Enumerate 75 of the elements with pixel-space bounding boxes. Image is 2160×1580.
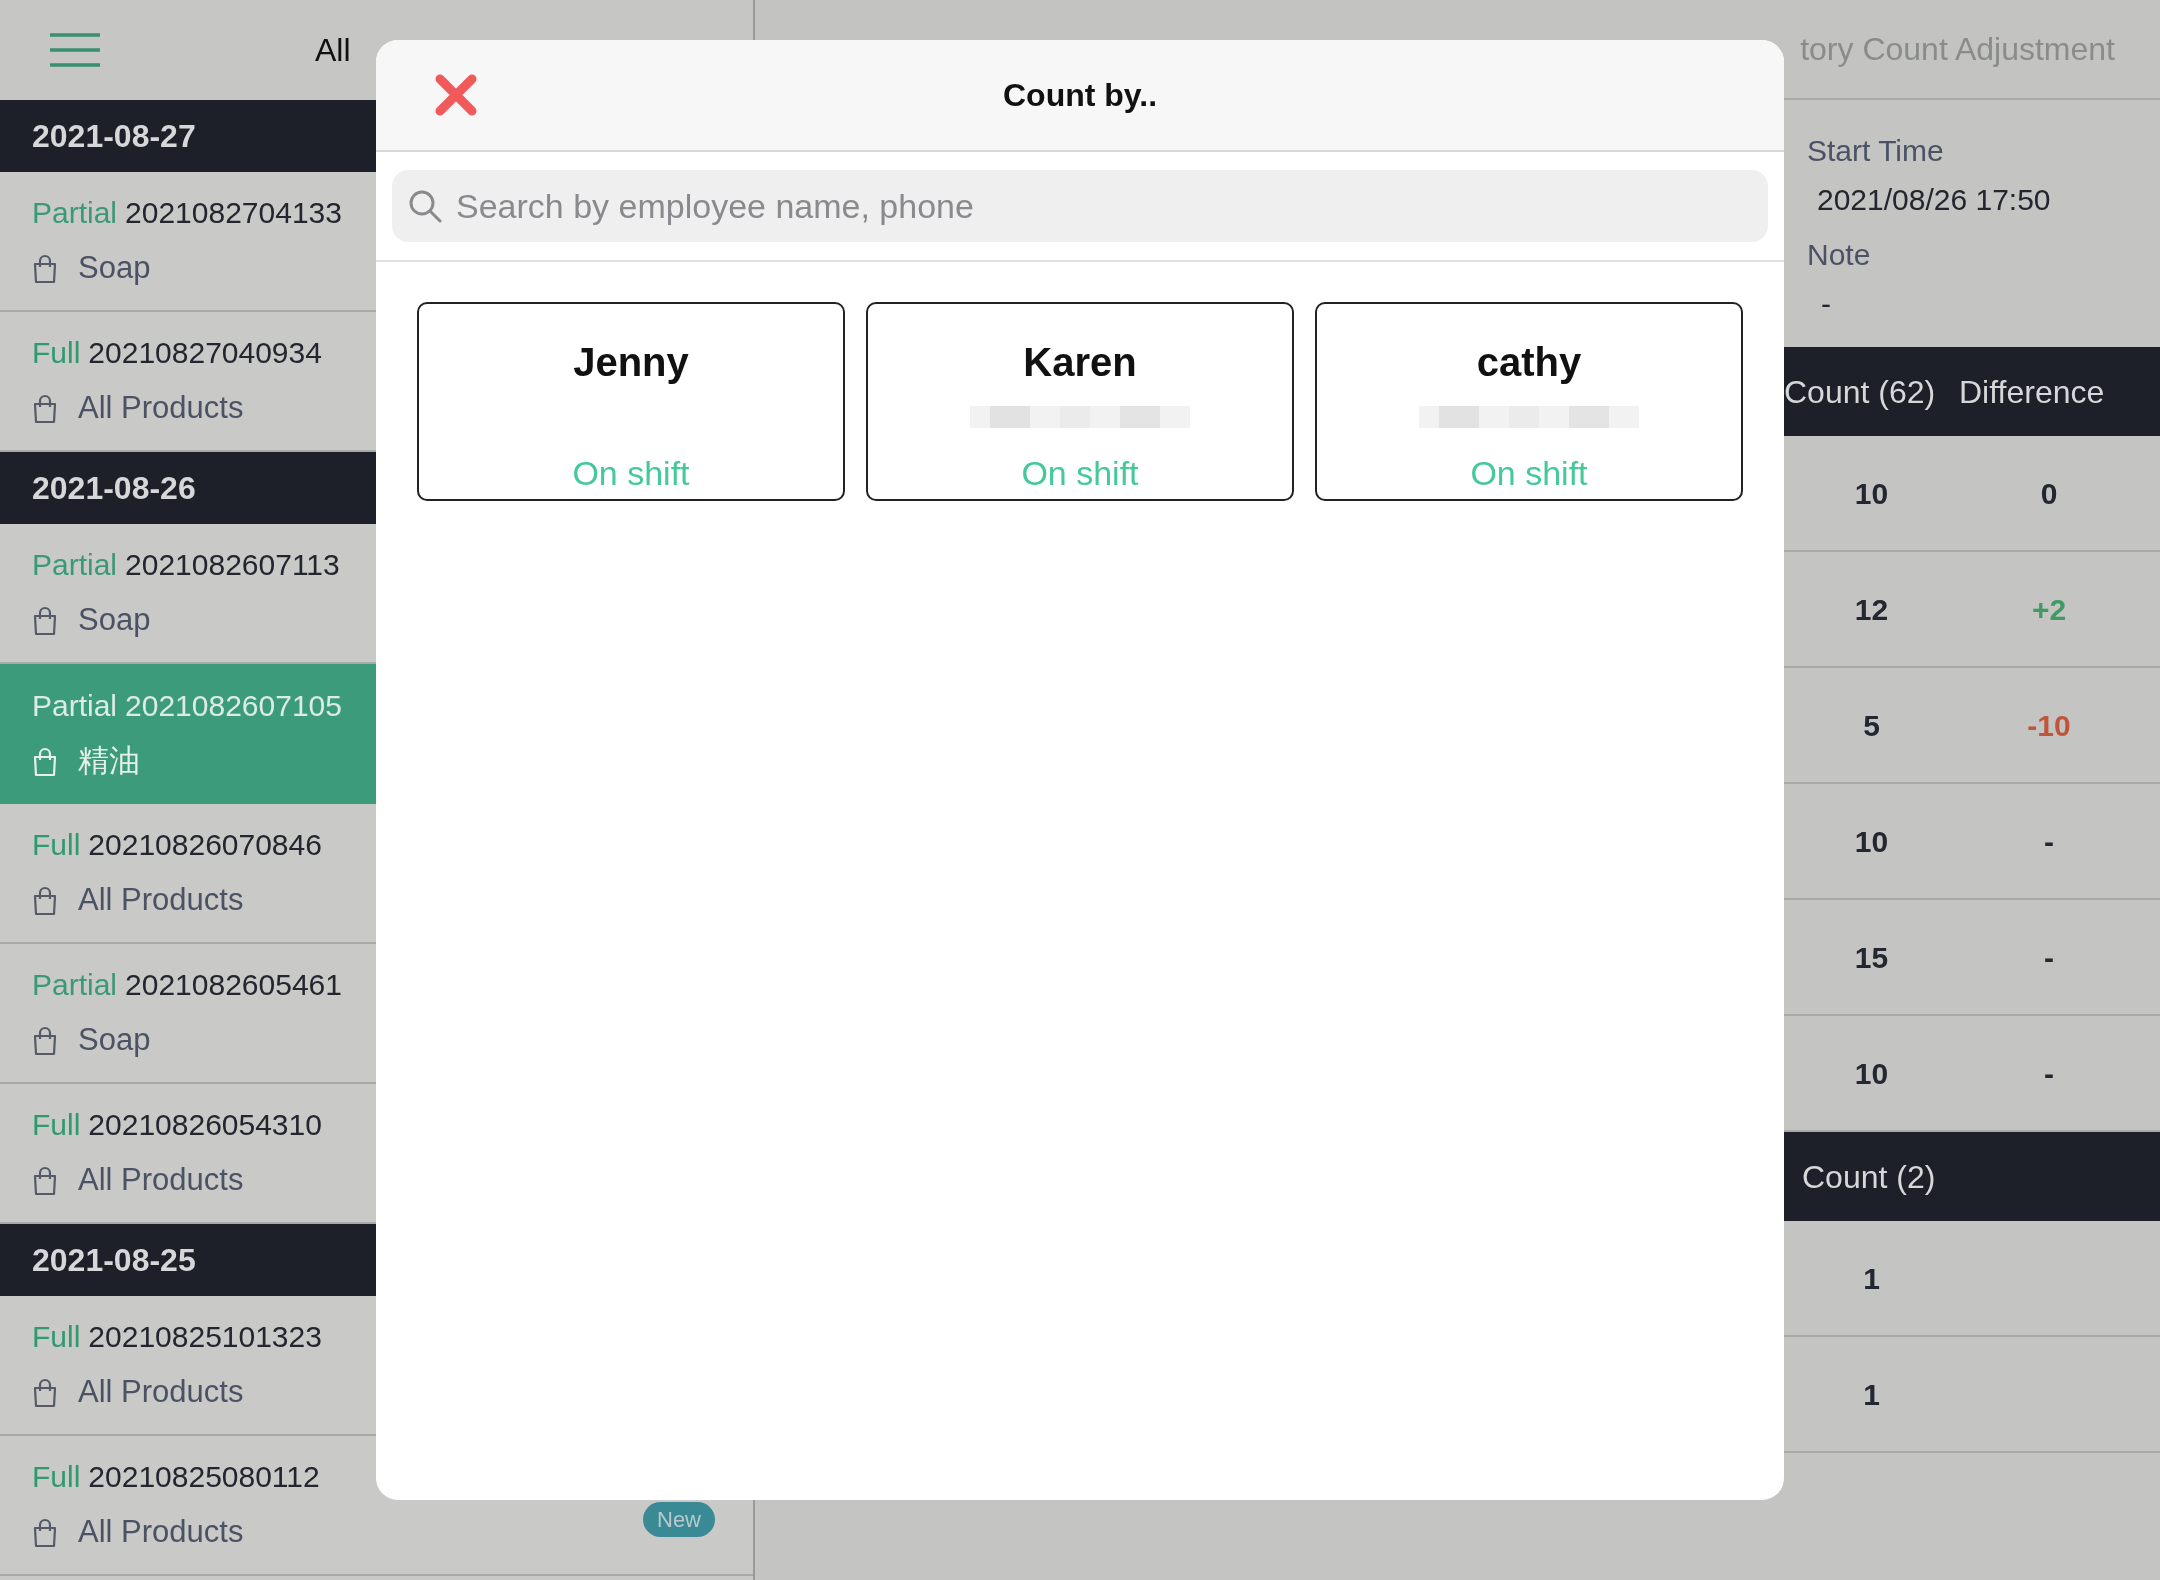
count-type-label: Partial	[32, 547, 118, 584]
employee-card[interactable]: cathy On shift	[1315, 302, 1743, 501]
category-label: All Products	[78, 1161, 244, 1200]
search-icon	[408, 189, 442, 223]
note-label: Note	[1807, 237, 1872, 273]
shopping-bag-icon	[32, 885, 58, 916]
shopping-bag-icon	[32, 253, 58, 284]
column-header: Count (2)	[1801, 1157, 1936, 1197]
count-type-label: Partial	[32, 195, 118, 232]
count-type-label: Full	[32, 1459, 81, 1496]
count-cell-text: 12	[1853, 591, 1890, 628]
difference-cell-text: -	[2043, 1055, 2055, 1092]
employee-name: Jenny	[573, 339, 689, 386]
difference-cell-text: -	[2043, 939, 2055, 976]
count-cell-text: 15	[1853, 939, 1890, 976]
shopping-bag-icon	[32, 1165, 58, 1196]
difference-cell-text: -	[2043, 823, 2055, 860]
shopping-bag-icon	[32, 1517, 58, 1548]
employee-card[interactable]: Karen On shift	[866, 302, 1294, 501]
category-label: 精油	[78, 742, 140, 781]
employee-card[interactable]: Jenny On shift	[417, 302, 845, 501]
note-value: -	[1820, 286, 1832, 322]
difference-cell-text: 0	[2039, 475, 2059, 512]
column-header: Count (62)	[1784, 372, 1937, 412]
count-id: 2021082607113	[125, 547, 340, 584]
employee-name: Karen	[1023, 339, 1137, 386]
search-input[interactable]: Search by employee name, phone	[456, 180, 1752, 232]
category-label: All Products	[78, 1513, 244, 1552]
filter-label[interactable]: All	[315, 26, 351, 74]
employee-name: cathy	[1476, 339, 1582, 386]
count-type-label: Partial	[32, 967, 118, 1004]
difference-cell-text: +2	[2030, 591, 2068, 628]
new-badge: New	[643, 1502, 715, 1537]
start-time-label: Start Time	[1807, 133, 1945, 169]
count-cell-text: 10	[1853, 1055, 1890, 1092]
category-label: All Products	[78, 389, 244, 428]
column-header: Difference	[1959, 372, 2105, 412]
count-type-label: Full	[32, 1107, 81, 1144]
page-title: tory Count Adjustment	[1800, 30, 2115, 69]
shopping-bag-icon	[32, 1025, 58, 1056]
shopping-bag-icon	[32, 605, 58, 636]
search-field[interactable]: Search by employee name, phone	[392, 170, 1768, 242]
count-cell-text: 10	[1853, 475, 1890, 512]
shift-status: On shift	[572, 453, 690, 494]
count-type-label: Full	[32, 827, 81, 864]
difference-cell-text: -10	[2026, 707, 2072, 744]
count-id: 20210827040934	[88, 335, 322, 372]
count-id: 2021082704133	[125, 195, 342, 232]
category-label: Soap	[78, 601, 151, 640]
count-id: 2021082607105	[125, 688, 342, 725]
count-type-label: Full	[32, 1319, 81, 1356]
shopping-bag-icon	[32, 393, 58, 424]
count-cell-text: 1	[1862, 1260, 1881, 1297]
category-label: Soap	[78, 1021, 151, 1060]
start-time-value: 2021/08/26 17:50	[1816, 182, 2052, 218]
count-cell-text: 10	[1853, 823, 1890, 860]
dialog-title: Count by..	[1002, 76, 1157, 115]
shopping-bag-icon	[32, 1377, 58, 1408]
count-id: 2021082605461	[125, 967, 342, 1004]
count-id: 20210826070846	[88, 827, 322, 864]
count-type-label: Partial	[32, 688, 118, 725]
shift-status: On shift	[1021, 453, 1139, 494]
count-cell-text: 1	[1862, 1376, 1881, 1413]
count-cell-text: 5	[1862, 707, 1881, 744]
count-id: 20210825080112	[88, 1459, 320, 1496]
count-type-label: Full	[32, 335, 81, 372]
count-id: 20210826054310	[88, 1107, 322, 1144]
category-label: All Products	[78, 1373, 244, 1412]
menu-icon[interactable]	[50, 33, 100, 67]
category-label: Soap	[78, 249, 151, 288]
close-icon[interactable]	[434, 73, 478, 117]
count-id: 20210825101323	[88, 1319, 322, 1356]
category-label: All Products	[78, 881, 244, 920]
shopping-bag-icon	[32, 746, 58, 777]
shift-status: On shift	[1470, 453, 1588, 494]
